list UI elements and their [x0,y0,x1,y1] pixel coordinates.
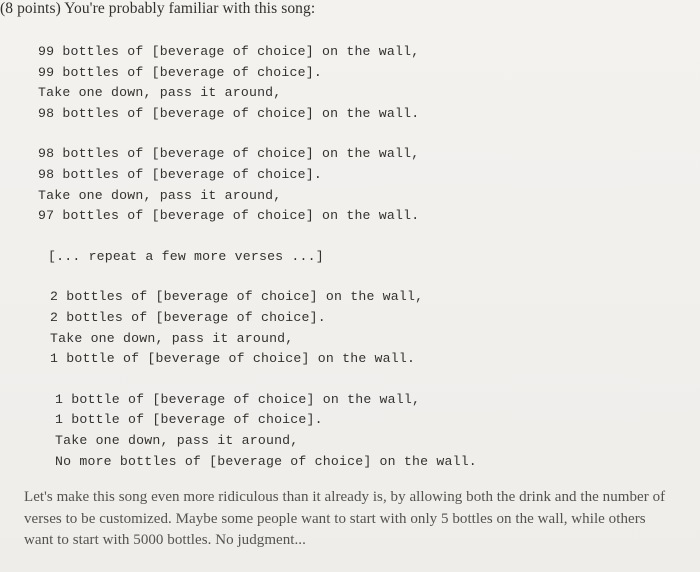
verse-line: 1 bottle of [beverage of choice] on the … [55,391,421,407]
verse-line: 99 bottles of [beverage of choice]. [38,64,322,80]
verse-line: 1 bottle of [beverage of choice] on the … [50,351,416,367]
verse-line: 98 bottles of [beverage of choice] on th… [38,105,420,121]
repeat-verses-note: [... repeat a few more verses ...] [48,248,324,264]
verse-line: 1 bottle of [beverage of choice]. [55,412,323,428]
verse-2: 98 bottles of [beverage of choice] on th… [38,144,658,226]
document-page: (8 points) You're probably familiar with… [0,0,700,572]
verse-line: 98 bottles of [beverage of choice]. [38,166,322,182]
verse-line: 98 bottles of [beverage of choice] on th… [38,146,420,162]
page-title: (8 points) You're probably familiar with… [0,0,316,17]
verse-line: 2 bottles of [beverage of choice]. [50,309,326,325]
song-lyrics-block: 99 bottles of [beverage of choice] on th… [38,42,658,472]
verse-line: 97 bottles of [beverage of choice] on th… [38,208,420,224]
verse-1: 99 bottles of [beverage of choice] on th… [38,42,658,124]
verse-line: Take one down, pass it around, [38,187,282,203]
verse-line: Take one down, pass it around, [50,330,294,346]
verse-line: Take one down, pass it around, [55,432,299,448]
verse-line: Take one down, pass it around, [38,85,282,101]
verse-3: 2 bottles of [beverage of choice] on the… [38,287,658,369]
verse-line: No more bottles of [beverage of choice] … [55,453,477,469]
verse-line: 2 bottles of [beverage of choice] on the… [50,289,424,305]
footer-paragraph: Let's make this song even more ridiculou… [24,487,672,552]
verse-4: 1 bottle of [beverage of choice] on the … [38,390,658,472]
footer-text: Let's make this song even more ridiculou… [24,489,666,548]
verse-line: 99 bottles of [beverage of choice] on th… [38,44,420,59]
